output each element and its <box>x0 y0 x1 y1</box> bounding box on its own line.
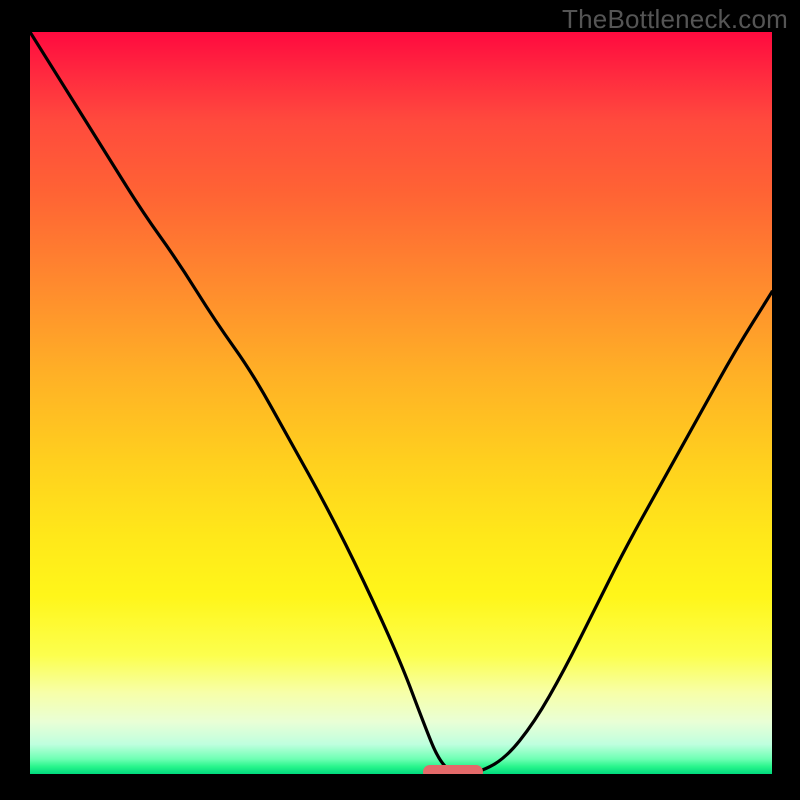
chart-frame: TheBottleneck.com <box>0 0 800 800</box>
optimal-marker <box>423 765 482 774</box>
plot-area <box>30 32 772 774</box>
bottleneck-curve <box>30 32 772 774</box>
watermark-text: TheBottleneck.com <box>562 4 788 35</box>
